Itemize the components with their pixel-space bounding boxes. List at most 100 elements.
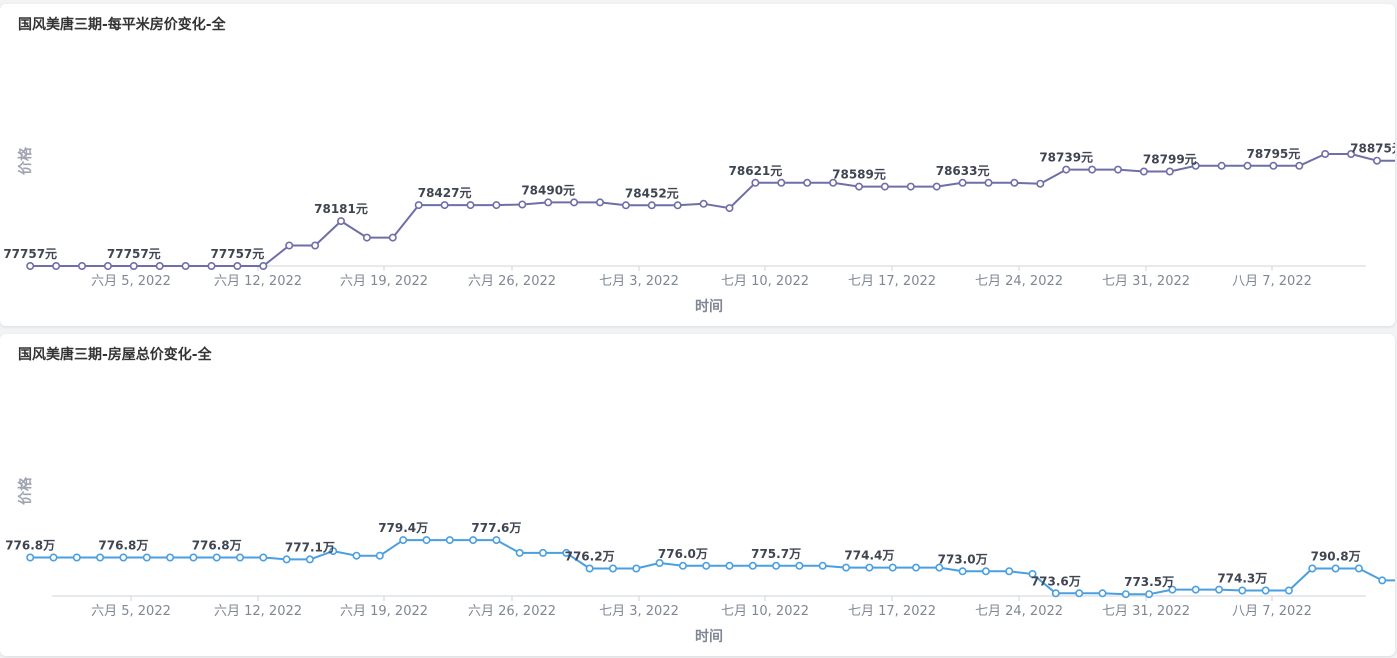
x-tick-label: 六月 26, 2022: [468, 274, 556, 289]
data-point: [233, 261, 242, 270]
data-point: [585, 564, 594, 573]
data-label: 776.2万: [565, 550, 615, 564]
data-label: 78795元: [1247, 147, 1301, 161]
data-point: [803, 178, 812, 187]
data-point: [305, 555, 314, 564]
data-point: [1005, 567, 1014, 576]
data-point: [49, 553, 58, 562]
x-tick-label: 七月 10, 2022: [721, 604, 809, 619]
data-point: [958, 178, 967, 187]
data-point: [865, 563, 874, 572]
x-tick-label: 六月 19, 2022: [340, 274, 428, 289]
data-point: [336, 217, 345, 226]
data-point: [399, 536, 408, 545]
data-point: [1321, 150, 1330, 159]
data-point: [1062, 165, 1071, 174]
data-point: [1238, 586, 1247, 595]
x-tick-label: 六月 19, 2022: [340, 604, 428, 619]
data-label: 77757元: [3, 247, 57, 261]
data-point: [932, 182, 941, 191]
data-label: 773.6万: [1031, 574, 1081, 588]
data-label: 77757元: [107, 247, 161, 261]
data-label: 78181元: [314, 202, 368, 216]
data-point: [1284, 586, 1293, 595]
data-point: [72, 553, 81, 562]
data-point: [1051, 589, 1060, 598]
data-point: [1378, 576, 1387, 585]
x-tick-label: 六月 26, 2022: [468, 604, 556, 619]
data-label: 779.4万: [378, 521, 428, 535]
data-point: [725, 561, 734, 570]
data-point: [751, 178, 760, 187]
data-point: [129, 261, 138, 270]
series-line: [30, 153, 1395, 267]
data-label: 774.4万: [844, 549, 894, 563]
data-point: [96, 553, 105, 562]
data-point: [469, 536, 478, 545]
data-point: [492, 201, 501, 210]
data-point: [1010, 178, 1019, 187]
data-point: [1114, 165, 1123, 174]
data-point: [906, 182, 915, 191]
data-label: 78427元: [418, 186, 472, 200]
data-point: [1075, 589, 1084, 598]
data-point: [1261, 586, 1270, 595]
data-point: [440, 201, 449, 210]
data-label: 774.3万: [1217, 572, 1267, 586]
data-point: [1139, 167, 1148, 176]
data-point: [166, 553, 175, 562]
x-axis-label: 时间: [695, 628, 723, 645]
x-tick-label: 六月 5, 2022: [91, 604, 171, 619]
data-label: 78452元: [625, 186, 679, 200]
data-label: 78739元: [1039, 151, 1093, 165]
data-point: [702, 561, 711, 570]
x-tick-label: 六月 5, 2022: [91, 274, 171, 289]
data-label: 773.0万: [938, 552, 988, 566]
data-point: [362, 233, 371, 242]
data-point: [538, 548, 547, 557]
data-point: [958, 567, 967, 576]
data-point: [518, 200, 527, 209]
x-tick-label: 七月 31, 2022: [1102, 274, 1190, 289]
data-label: 77757元: [211, 247, 265, 261]
data-label: 78621元: [729, 164, 783, 178]
price-per-sqm-panel: 国风美唐三期-每平米房价变化-全 六月 5, 2022 六月 12, 2022 六月…: [0, 4, 1395, 326]
data-label: 78589元: [832, 168, 886, 182]
x-tick-label: 七月 31, 2022: [1102, 604, 1190, 619]
data-point: [777, 178, 786, 187]
data-label: 775.7万: [751, 547, 801, 561]
data-point: [515, 548, 524, 557]
data-point: [155, 261, 164, 270]
data-point: [466, 201, 475, 210]
data-point: [311, 241, 320, 250]
data-label: 776.0万: [658, 547, 708, 561]
data-point: [1088, 165, 1097, 174]
data-point: [1243, 161, 1252, 170]
y-axis-label: 价格: [17, 146, 34, 175]
x-tick-label: 七月 3, 2022: [599, 604, 679, 619]
data-point: [748, 561, 757, 570]
x-tick-label: 六月 12, 2022: [214, 274, 302, 289]
x-tick-label: 七月 17, 2022: [848, 604, 936, 619]
y-axis-label: 价格: [17, 476, 34, 505]
x-tick-label: 七月 3, 2022: [599, 274, 679, 289]
data-point: [678, 561, 687, 570]
data-point: [492, 536, 501, 545]
data-point: [259, 261, 268, 270]
data-point: [888, 563, 897, 572]
data-point: [1098, 589, 1107, 598]
data-point: [772, 561, 781, 570]
data-point: [1121, 590, 1130, 599]
data-point: [911, 563, 920, 572]
data-point: [375, 551, 384, 560]
data-point: [795, 561, 804, 570]
data-point: [422, 536, 431, 545]
data-point: [259, 553, 268, 562]
data-point: [352, 551, 361, 560]
data-point: [78, 261, 87, 270]
data-point: [981, 567, 990, 576]
x-tick-label: 八月 7, 2022: [1232, 604, 1312, 619]
data-point: [212, 553, 221, 562]
data-point: [142, 553, 151, 562]
data-label: 776.8万: [98, 539, 148, 553]
